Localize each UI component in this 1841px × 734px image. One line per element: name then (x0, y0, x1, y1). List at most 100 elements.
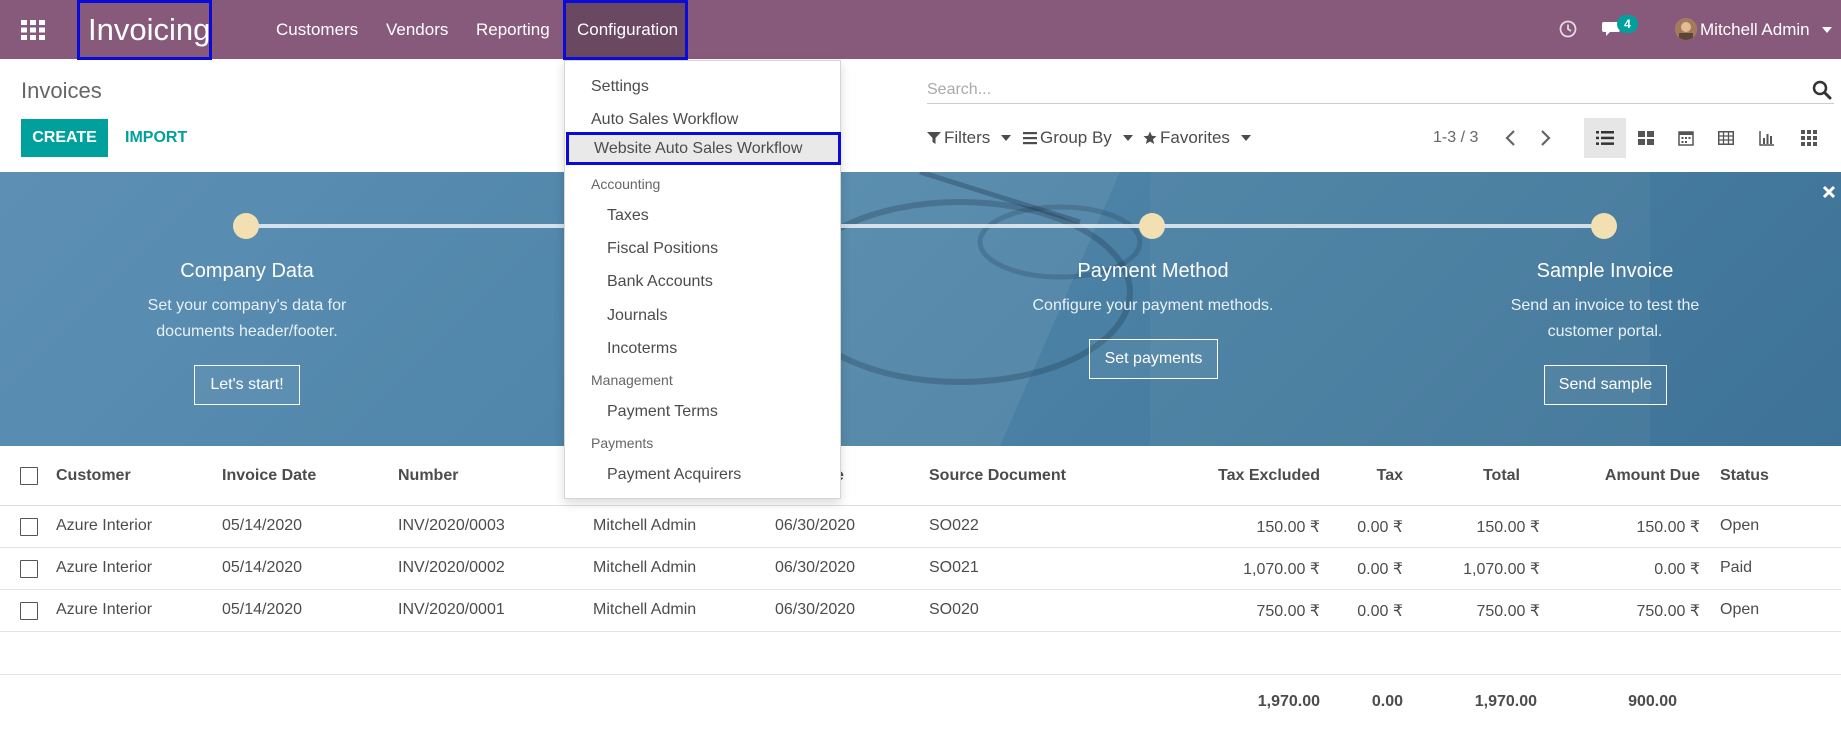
menu-item-journals[interactable]: Journals (565, 299, 840, 332)
cell-due-date: 06/30/2020 (775, 601, 856, 618)
filters-label: Filters (944, 128, 991, 147)
row-checkbox[interactable] (20, 560, 38, 578)
close-icon[interactable] (1822, 185, 1836, 199)
cell-number: INV/2020/0003 (398, 517, 505, 534)
cell-customer: Azure Interior (56, 601, 153, 618)
step-title-company: Company Data (180, 260, 314, 282)
breadcrumb: Invoices (21, 78, 102, 103)
grid-view-icon (1801, 130, 1817, 146)
activity-view-button[interactable] (1788, 118, 1830, 158)
search-icon[interactable] (1812, 80, 1832, 100)
menu-reporting[interactable]: Reporting (476, 0, 550, 59)
cell-tax-excluded: 750.00 ₹ (1256, 603, 1320, 620)
cell-due-date: 06/30/2020 (775, 517, 856, 534)
filter-icon (927, 132, 941, 144)
header-number[interactable]: Number (398, 467, 458, 485)
table-row[interactable]: Azure Interior 05/14/2020 INV/2020/0002 … (0, 548, 1841, 590)
cell-salesperson: Mitchell Admin (593, 517, 697, 534)
menu-item-taxes[interactable]: Taxes (565, 199, 840, 232)
favorites-button[interactable]: Favorites (1143, 126, 1251, 150)
cell-amount-due: 150.00 ₹ (1636, 519, 1700, 536)
groupby-button[interactable]: Group By (1023, 126, 1133, 150)
step-desc-sample-line2: customer portal. (1547, 323, 1663, 340)
onboarding-banner: Company Data Set your company's data for… (0, 172, 1841, 446)
step-desc-company-line1: Set your company's data for (147, 297, 347, 314)
table-row[interactable]: Azure Interior 05/14/2020 INV/2020/0003 … (0, 506, 1841, 548)
step-dot-payment (1139, 213, 1165, 239)
table-divider (0, 674, 1841, 675)
menu-item-fiscal-positions[interactable]: Fiscal Positions (565, 232, 840, 265)
row-checkbox[interactable] (20, 602, 38, 620)
kanban-view-button[interactable] (1625, 118, 1667, 158)
table-view-icon (1718, 131, 1734, 145)
search-input[interactable] (927, 76, 1834, 104)
menu-vendors[interactable]: Vendors (386, 0, 448, 59)
send-sample-button[interactable]: Send sample (1544, 365, 1667, 405)
header-tax[interactable]: Tax (1340, 467, 1403, 485)
cell-source: SO020 (929, 601, 979, 618)
header-tax-excluded[interactable]: Tax Excluded (1180, 467, 1320, 485)
cell-total: 1,070.00 ₹ (1463, 561, 1540, 578)
menu-customers[interactable]: Customers (276, 0, 358, 59)
menu-header-accounting: Accounting (591, 176, 661, 192)
total-tax-excluded: 1,970.00 (1257, 693, 1320, 710)
user-avatar[interactable] (1675, 18, 1697, 40)
header-amount-due[interactable]: Amount Due (1560, 467, 1700, 485)
header-status[interactable]: Status (1720, 467, 1769, 485)
header-total[interactable]: Total (1420, 467, 1520, 485)
step-desc-payment-line1: Configure your payment methods. (1032, 297, 1274, 314)
user-caret-icon (1822, 27, 1832, 33)
step-desc-payment: Configure your payment methods. (983, 293, 1323, 319)
create-button[interactable]: CREATE (21, 119, 108, 157)
header-invoice-date[interactable]: Invoice Date (222, 467, 316, 485)
step-desc-company: Set your company's data for documents he… (77, 293, 417, 345)
menu-configuration[interactable]: Configuration (563, 0, 688, 60)
cell-tax: 0.00 ₹ (1357, 603, 1403, 620)
apps-grid-icon[interactable] (21, 20, 45, 40)
menu-header-payments: Payments (591, 435, 654, 451)
graph-view-button[interactable] (1746, 118, 1788, 158)
row-checkbox[interactable] (20, 518, 38, 536)
bars-icon (1023, 132, 1037, 145)
cell-number: INV/2020/0001 (398, 601, 505, 618)
bar-chart-icon (1759, 131, 1774, 146)
user-menu[interactable]: Mitchell Admin (1700, 0, 1810, 59)
pivot-view-button[interactable] (1705, 118, 1747, 158)
menu-item-bank-accounts[interactable]: Bank Accounts (565, 265, 840, 298)
list-view-icon (1596, 131, 1614, 145)
menu-item-payment-acquirers[interactable]: Payment Acquirers (565, 458, 840, 491)
list-view-button[interactable] (1584, 118, 1626, 158)
app-brand[interactable]: Invoicing (77, 0, 212, 60)
step-desc-sample-line1: Send an invoice to test the (1510, 297, 1700, 314)
lets-start-button[interactable]: Let's start! (194, 365, 300, 405)
menu-item-website-auto-sales-workflow[interactable]: Website Auto Sales Workflow (566, 132, 841, 165)
cell-total: 750.00 ₹ (1476, 603, 1540, 620)
groupby-caret-icon (1122, 135, 1133, 141)
header-customer[interactable]: Customer (56, 467, 131, 485)
step-desc-company-line2: documents header/footer. (156, 323, 338, 340)
header-source-document[interactable]: Source Document (929, 467, 1066, 485)
select-all-checkbox[interactable] (20, 467, 38, 485)
chevron-right-icon[interactable] (1537, 128, 1553, 148)
cell-amount-due: 0.00 ₹ (1654, 561, 1700, 578)
import-button[interactable]: IMPORT (125, 119, 187, 157)
set-payments-button[interactable]: Set payments (1089, 339, 1218, 379)
chevron-left-icon[interactable] (1503, 128, 1519, 148)
groupby-label: Group By (1040, 128, 1112, 147)
cell-source: SO021 (929, 559, 979, 576)
menu-item-incoterms[interactable]: Incoterms (565, 332, 840, 365)
star-icon (1143, 131, 1157, 144)
menu-item-settings[interactable]: Settings (565, 70, 840, 103)
table-row[interactable]: Azure Interior 05/14/2020 INV/2020/0001 … (0, 590, 1841, 632)
kanban-view-icon (1638, 131, 1654, 145)
step-dot-sample (1591, 213, 1617, 239)
cell-status: Paid (1720, 559, 1753, 576)
pager-value[interactable]: 1-3 / 3 (1433, 126, 1478, 150)
activity-clock-icon[interactable] (1559, 20, 1577, 38)
menu-item-payment-terms[interactable]: Payment Terms (565, 395, 840, 428)
cell-invoice-date: 05/14/2020 (222, 517, 303, 534)
cell-due-date: 06/30/2020 (775, 559, 856, 576)
cell-salesperson: Mitchell Admin (593, 601, 697, 618)
calendar-view-button[interactable] (1665, 118, 1707, 158)
filters-button[interactable]: Filters (927, 126, 1012, 150)
